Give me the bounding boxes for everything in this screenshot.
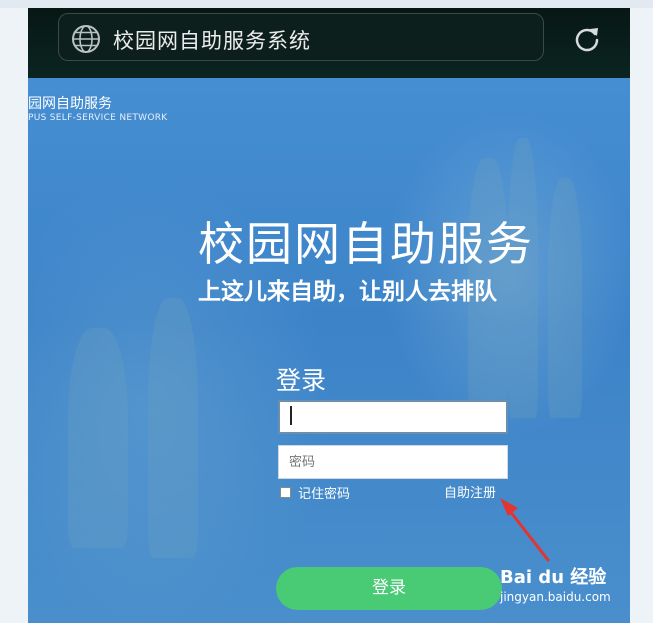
background-tree [548, 178, 582, 418]
brand-name: 园网自助服务 [28, 96, 112, 112]
background-tree [68, 328, 128, 548]
hero-subtitle: 上这儿来自助，让别人去排队 [198, 279, 497, 305]
window-top-strip [0, 0, 653, 8]
brand-tagline: PUS SELF-SERVICE NETWORK [28, 113, 168, 123]
browser-toolbar: 校园网自助服务系统 [28, 8, 630, 78]
hero-title: 校园网自助服务 [198, 217, 534, 271]
self-register-link[interactable]: 自助注册 [444, 482, 496, 501]
baidu-watermark-url: jingyan.baidu.com [500, 590, 611, 604]
baidu-watermark-logo: Bai du 经验 [500, 567, 607, 588]
username-field[interactable] [278, 400, 508, 434]
password-field[interactable] [278, 445, 508, 479]
login-page: 园网自助服务 PUS SELF-SERVICE NETWORK 校园网自助服务 … [28, 78, 630, 623]
background-tree [148, 298, 198, 558]
login-heading: 登录 [276, 366, 327, 395]
checkbox-box[interactable] [280, 487, 291, 498]
login-button[interactable]: 登录 [276, 567, 502, 610]
remember-password-label: 记住密码 [298, 487, 351, 502]
address-title: 校园网自助服务系统 [113, 29, 311, 53]
remember-password-checkbox[interactable]: 记住密码 [280, 483, 350, 502]
globe-icon [72, 25, 100, 53]
text-cursor [290, 406, 292, 425]
address-bar[interactable]: 校园网自助服务系统 [58, 13, 544, 61]
background-tree [508, 138, 538, 418]
reload-icon[interactable] [573, 24, 601, 52]
phone-screen: 校园网自助服务系统 园网自助服务 PUS SELF-SERVICE NETWOR… [28, 8, 630, 623]
